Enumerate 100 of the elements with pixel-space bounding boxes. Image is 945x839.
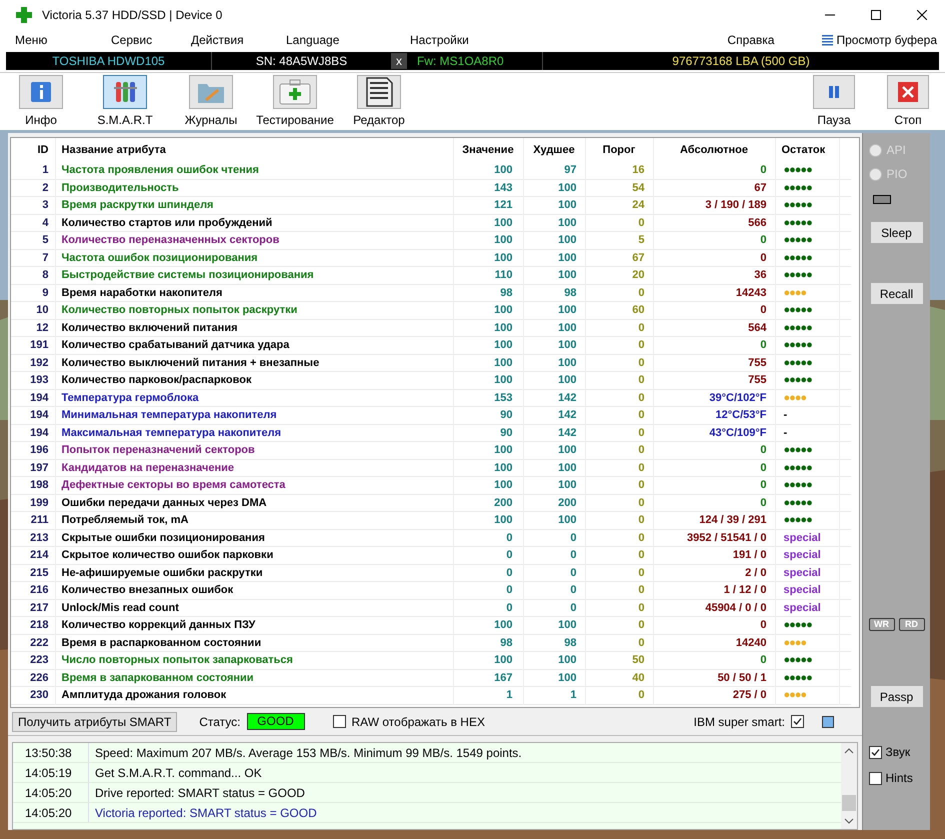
attribute-threshold: 0 (585, 599, 653, 616)
column-header[interactable]: Значение (453, 138, 523, 162)
menu-item[interactable]: Сервис (111, 31, 191, 49)
attribute-name: Количество выключений питания + внезапные (55, 354, 453, 372)
attribute-name: Кандидатов на переназначение (55, 459, 453, 476)
attribute-threshold: 5 (585, 232, 653, 249)
attribute-raw: 0 (653, 442, 775, 459)
attribute-id: 193 (11, 372, 55, 389)
attribute-value: 100 (453, 319, 523, 336)
attribute-health: ●●●●● (775, 179, 839, 196)
attribute-raw: 1 / 12 / 0 (653, 582, 775, 599)
attribute-value: 153 (453, 389, 523, 406)
close-icon (898, 82, 918, 102)
attribute-name: Количество внезапных ошибок (55, 582, 453, 599)
list-icon (822, 34, 834, 46)
passp-button[interactable]: Passp (870, 686, 922, 707)
attribute-raw: 0 (653, 336, 775, 354)
toolbar-button[interactable]: Инфо (0, 74, 84, 128)
menu-item[interactable]: Действия (191, 31, 286, 49)
log-message: Get S.M.A.R.T. command... OK (94, 764, 262, 782)
attribute-worst: 100 (523, 196, 585, 214)
toolbar-button[interactable]: Пауза (797, 74, 871, 128)
attribute-health: special (775, 564, 839, 582)
attribute-worst: 100 (523, 249, 585, 266)
menu-item[interactable]: Language (286, 31, 410, 49)
attribute-id: 223 (11, 652, 55, 669)
buffer-view-button[interactable]: Просмотр буфера (822, 31, 937, 49)
attribute-threshold: 0 (585, 512, 653, 529)
attribute-health: ●●●●● (775, 459, 839, 476)
log-time: 14:05:19 (13, 763, 89, 782)
recall-button[interactable]: Recall (870, 283, 922, 304)
attribute-name: Ошибки передачи данных через DMA (55, 494, 453, 512)
attribute-name: Амплитуда дрожания головок (55, 686, 453, 704)
log-time: 13:50:38 (13, 743, 89, 762)
column-header[interactable]: Название атрибута (55, 138, 453, 162)
attribute-id: 7 (11, 249, 55, 266)
toolbar-button[interactable]: S.M.A.R.T (82, 74, 168, 128)
option-checkbox[interactable] (868, 772, 882, 784)
ibm-smart-checkbox[interactable] (791, 715, 804, 728)
column-header[interactable]: Абсолютное (653, 138, 775, 162)
get-smart-button[interactable]: Получить атрибуты SMART (12, 712, 178, 732)
toolbar-button[interactable]: Журналы (168, 74, 254, 128)
attribute-threshold: 0 (585, 354, 653, 372)
attribute-id: 194 (11, 389, 55, 406)
attribute-name: Скрытые ошибки позиционирования (55, 529, 453, 546)
attribute-health: ●●●●● (775, 336, 839, 354)
toolbar-button[interactable]: Стоп (871, 74, 945, 128)
menu-item[interactable]: Справка (727, 31, 774, 49)
column-header[interactable]: Остаток (775, 138, 839, 162)
attribute-name: Unlock/Mis read count (55, 599, 453, 616)
attribute-id: 191 (11, 336, 55, 354)
attribute-raw: 2 / 0 (653, 564, 775, 582)
attribute-worst: 0 (523, 546, 585, 564)
raw-hex-checkbox[interactable] (332, 715, 346, 728)
attribute-name: Скрытое количество ошибок парковки (55, 546, 453, 564)
menu-item[interactable]: Меню (15, 31, 111, 49)
column-header[interactable]: Худшее (523, 138, 585, 162)
attribute-name: Время в запаркованном состоянии (55, 669, 453, 686)
attribute-id: 213 (11, 529, 55, 546)
attribute-id: 218 (11, 616, 55, 634)
attribute-value: 121 (453, 196, 523, 214)
attribute-health: special (775, 582, 839, 599)
attribute-health: ●●●●● (775, 354, 839, 372)
attribute-threshold: 0 (585, 424, 653, 442)
option-checkbox[interactable] (868, 746, 882, 758)
attribute-threshold: 50 (585, 652, 653, 669)
attribute-id: 215 (11, 564, 55, 582)
attribute-raw: 0 (653, 616, 775, 634)
close-drive-button[interactable]: x (391, 53, 407, 69)
log-message: Drive reported: SMART status = GOOD (94, 784, 305, 802)
attribute-name: Частота проявления ошибок чтения (55, 162, 453, 179)
attribute-health: ●●●●● (775, 372, 839, 389)
attribute-id: 8 (11, 266, 55, 284)
attribute-raw: 50 / 50 / 1 (653, 669, 775, 686)
raw-hex-label: RAW отображать в HEX (352, 714, 485, 731)
toolbar-button[interactable]: Тестирование (252, 74, 338, 128)
attribute-raw: 0 (653, 249, 775, 266)
attribute-name: Количество стартов или пробуждений (55, 214, 453, 232)
drive-model: TOSHIBA HDWD105 (51, 53, 166, 70)
attribute-value: 100 (453, 354, 523, 372)
menu-item[interactable]: Настройки (410, 31, 490, 49)
sleep-button[interactable]: Sleep (870, 222, 922, 243)
status-label: Статус: (199, 714, 240, 731)
attribute-threshold: 67 (585, 249, 653, 266)
column-header[interactable]: ID (11, 138, 55, 162)
attribute-raw: 755 (653, 354, 775, 372)
attribute-threshold: 0 (585, 494, 653, 512)
attribute-raw: 0 (653, 476, 775, 494)
log-time: 14:05:20 (13, 783, 89, 802)
attribute-threshold: 0 (585, 406, 653, 424)
attribute-threshold: 0 (585, 634, 653, 652)
attribute-raw: 124 / 39 / 291 (653, 512, 775, 529)
attribute-threshold: 0 (585, 459, 653, 476)
attribute-worst: 100 (523, 336, 585, 354)
column-header[interactable]: Порог (585, 138, 653, 162)
attribute-health: ●●●●● (775, 669, 839, 686)
attribute-value: 0 (453, 546, 523, 564)
toolbar-button[interactable]: Редактор (336, 74, 422, 128)
attribute-id: 12 (11, 319, 55, 336)
attribute-id: 199 (11, 494, 55, 512)
